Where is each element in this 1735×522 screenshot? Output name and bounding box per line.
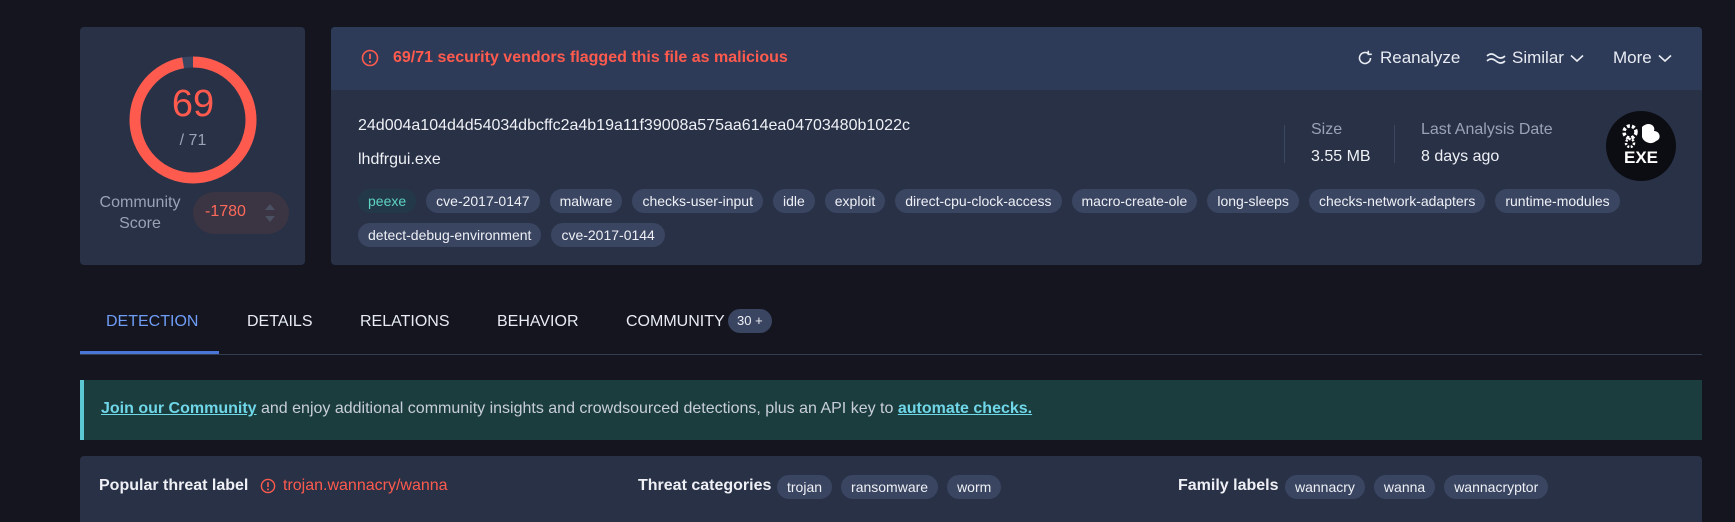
exe-file-icon: EXE <box>1606 111 1676 181</box>
tag-chip[interactable]: runtime-modules <box>1495 189 1620 213</box>
banner-text: Join our Community and enjoy additional … <box>101 400 1032 418</box>
file-hash[interactable]: 24d004a104d4d54034dbcffc2a4b19a11f39008a… <box>358 117 910 135</box>
tag-chip[interactable]: idle <box>772 189 815 213</box>
detection-score-card: 69 / 71 Community Score -1780 <box>80 27 305 265</box>
family-labels-label: Family labels <box>1178 477 1279 494</box>
threat-categories-list: trojan ransomware worm <box>777 475 1002 499</box>
community-count-badge: 30 + <box>728 309 772 333</box>
file-name: lhdfrgui.exe <box>358 151 441 168</box>
size-label: Size <box>1311 121 1343 138</box>
tag-chip[interactable]: cve-2017-0147 <box>426 189 540 213</box>
community-score-value: -1780 <box>205 203 246 220</box>
tab-behavior[interactable]: BEHAVIOR <box>497 313 579 331</box>
similar-label: Similar <box>1512 48 1564 67</box>
reanalyze-icon <box>1358 50 1372 65</box>
community-banner: Join our Community and enjoy additional … <box>80 380 1702 440</box>
chevron-down-icon <box>1570 54 1584 62</box>
more-label: More <box>1613 48 1652 67</box>
active-tab-indicator <box>80 351 219 354</box>
tab-relations[interactable]: RELATIONS <box>360 313 450 331</box>
last-analysis-label: Last Analysis Date <box>1421 121 1553 138</box>
threat-category-chip[interactable]: ransomware <box>841 475 939 499</box>
tag-chip[interactable]: detect-debug-environment <box>358 223 542 247</box>
tab-community[interactable]: COMMUNITY <box>626 313 725 331</box>
alert-circle-icon <box>361 49 379 67</box>
divider <box>1284 125 1285 163</box>
threat-categories-label: Threat categories <box>638 477 772 494</box>
reanalyze-button[interactable]: Reanalyze <box>1356 48 1460 68</box>
last-analysis-value: 8 days ago <box>1421 148 1500 165</box>
popular-threat-label: Popular threat label <box>99 477 249 494</box>
tab-bar: DETECTION DETAILS RELATIONS BEHAVIOR COM… <box>80 300 1702 355</box>
tag-chip[interactable]: malware <box>549 189 623 213</box>
automate-checks-link[interactable]: automate checks. <box>898 400 1032 417</box>
family-label-chip[interactable]: wanna <box>1373 475 1436 499</box>
threat-category-chip[interactable]: worm <box>947 475 1002 499</box>
alert-message: 69/71 security vendors flagged this file… <box>393 49 788 66</box>
popular-threat-value[interactable]: trojan.wannacry/wanna <box>283 477 448 495</box>
banner-message: and enjoy additional community insights … <box>256 400 898 417</box>
similar-icon <box>1486 53 1506 64</box>
tag-list: peexe cve-2017-0147 malware checks-user-inp… <box>358 189 1688 247</box>
tag-chip[interactable]: cve-2017-0144 <box>551 223 665 247</box>
chevron-down-icon <box>1658 54 1672 62</box>
tag-chip[interactable]: checks-network-adapters <box>1308 189 1486 213</box>
tag-chip[interactable]: peexe <box>358 189 417 213</box>
file-summary-card: 69/71 security vendors flagged this file… <box>331 27 1702 265</box>
engines-total: / 71 <box>179 132 207 149</box>
tag-chip[interactable]: macro-create-ole <box>1071 189 1198 213</box>
alert-circle-icon <box>260 478 276 494</box>
threat-category-chip[interactable]: trojan <box>777 475 833 499</box>
vote-down-icon[interactable] <box>265 216 275 222</box>
file-type-label: EXE <box>1623 148 1659 167</box>
threat-summary-row: Popular threat label trojan.wannacry/wan… <box>80 456 1702 522</box>
similar-button[interactable]: Similar <box>1486 48 1584 68</box>
size-value: 3.55 MB <box>1311 148 1371 165</box>
detected-count: 69 <box>171 83 215 125</box>
tag-chip[interactable]: direct-cpu-clock-access <box>895 189 1062 213</box>
divider <box>1394 125 1395 163</box>
join-community-link[interactable]: Join our Community <box>101 400 257 417</box>
tag-chip[interactable]: long-sleeps <box>1207 189 1299 213</box>
tag-chip[interactable]: checks-user-input <box>632 189 763 213</box>
alert-bar: 69/71 security vendors flagged this file… <box>331 27 1702 90</box>
reanalyze-label: Reanalyze <box>1380 48 1461 67</box>
family-label-chip[interactable]: wannacry <box>1285 475 1365 499</box>
more-button[interactable]: More <box>1613 48 1672 68</box>
community-score-pill: -1780 <box>193 192 289 234</box>
tab-detection[interactable]: DETECTION <box>106 313 198 331</box>
tag-chip[interactable]: exploit <box>824 189 886 213</box>
community-score-label: Community Score <box>99 194 181 232</box>
vote-up-icon[interactable] <box>265 204 275 210</box>
tab-details[interactable]: DETAILS <box>247 313 313 331</box>
family-label-chip[interactable]: wannacryptor <box>1444 475 1549 499</box>
family-labels-list: wannacry wanna wannacryptor <box>1285 475 1549 499</box>
